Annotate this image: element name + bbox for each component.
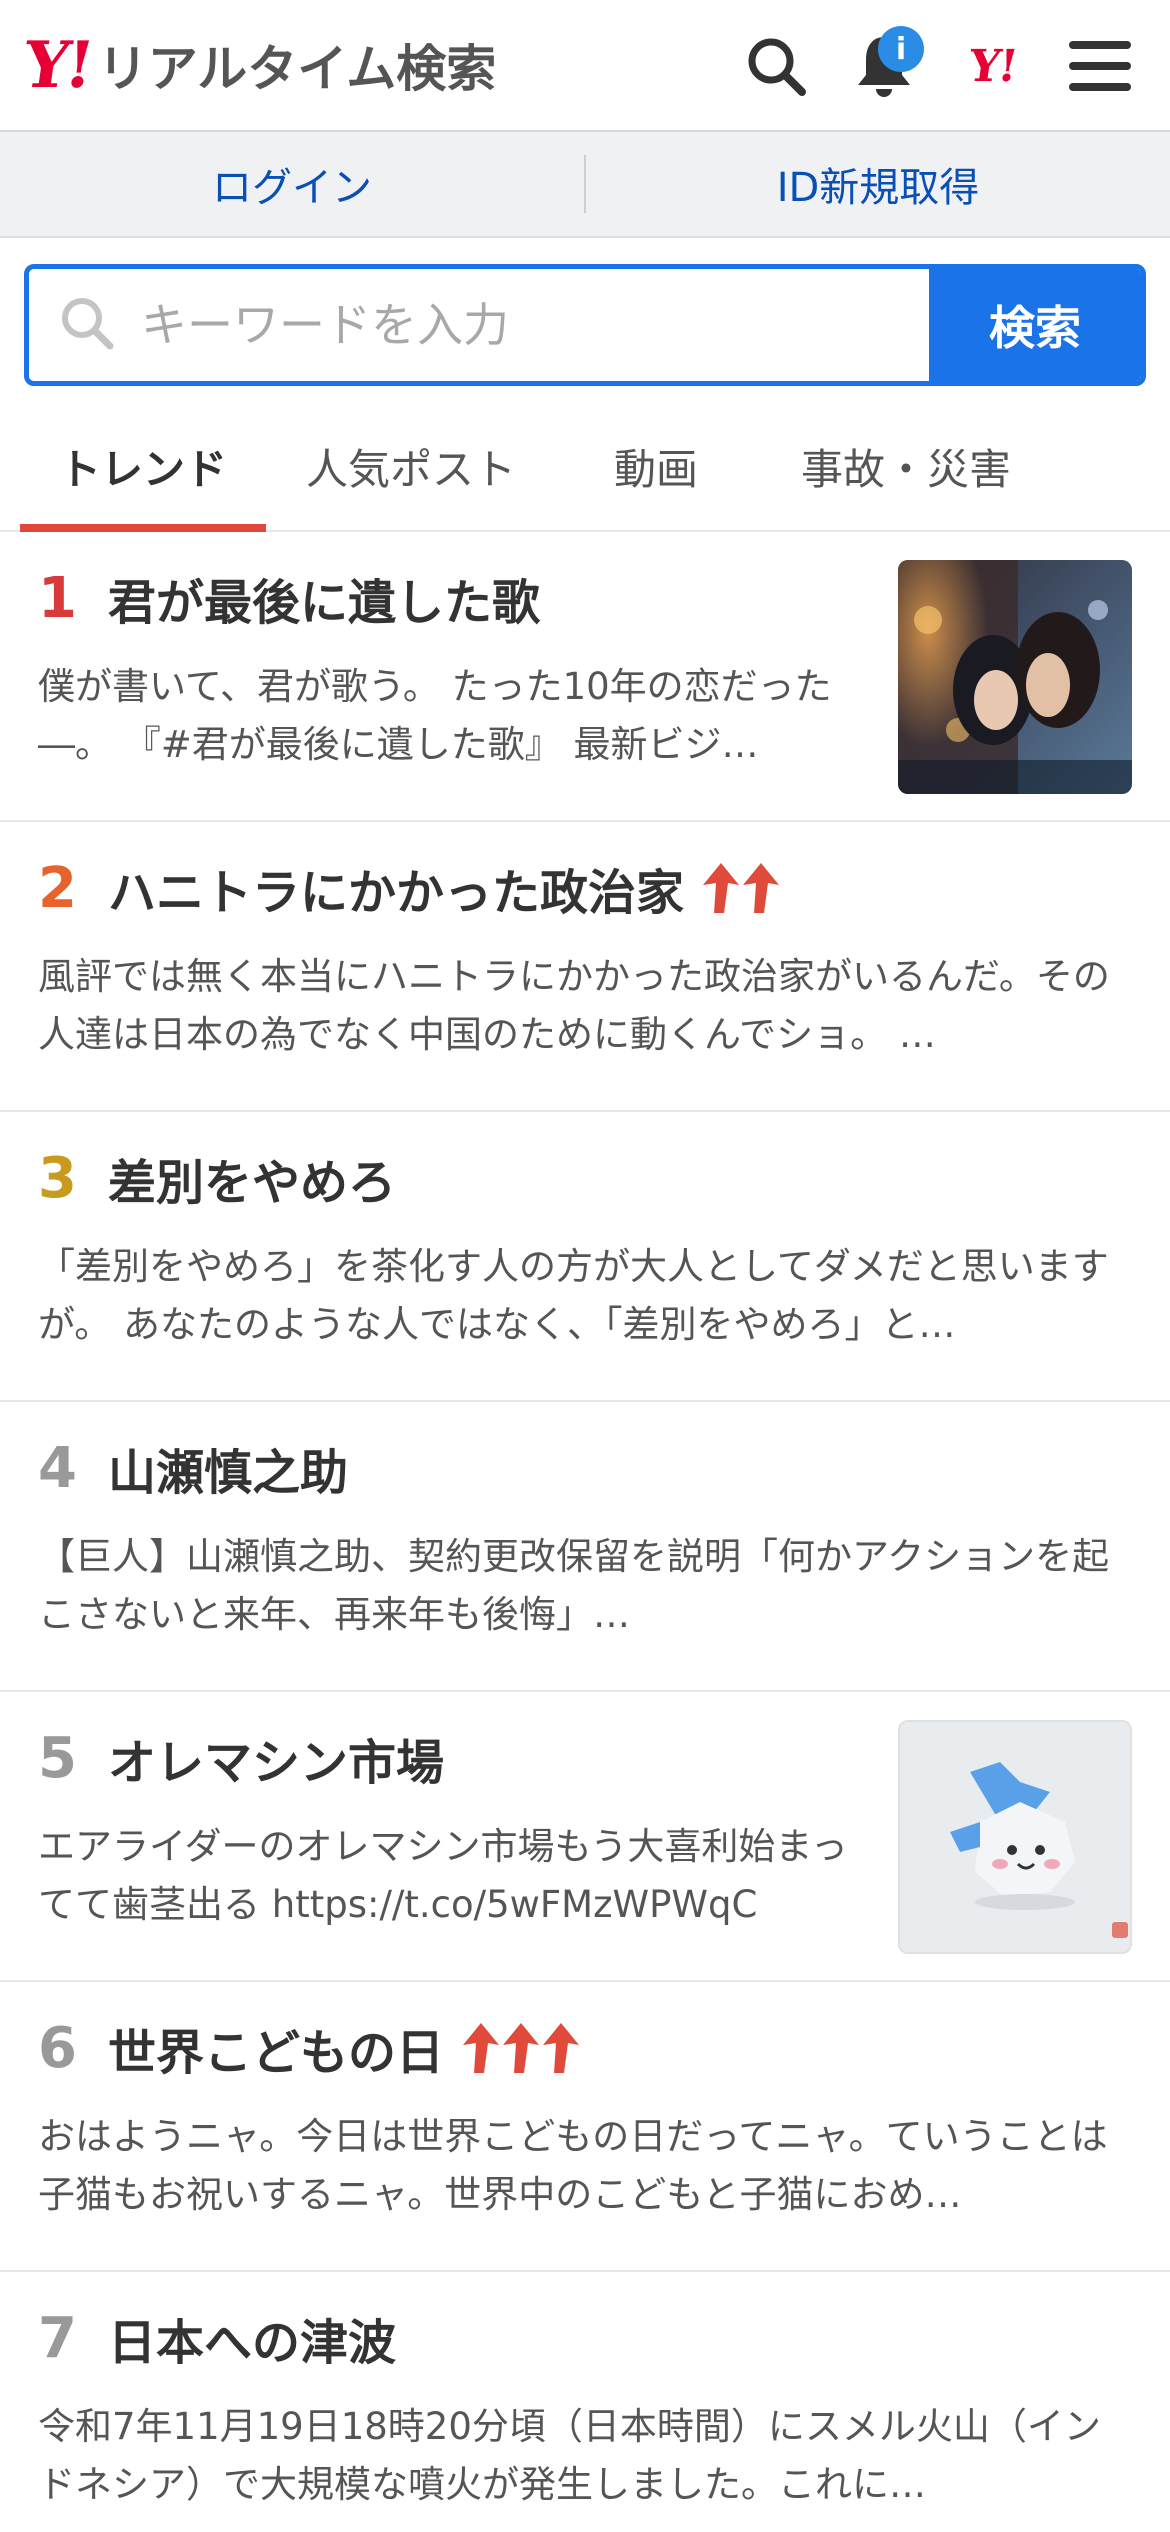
notification-badge: i [878,26,924,72]
rank-number: 2 [38,855,77,921]
tab-popular-posts[interactable]: 人気ポスト [266,402,556,530]
rising-arrows [700,861,780,915]
search-button[interactable]: 検索 [929,269,1141,381]
tab-videos[interactable]: 動画 [556,402,756,530]
trend-title: 世界こどもの日 [108,2025,445,2081]
trend-description: 風評では無く本当にハニトラにかかった政治家がいるんだ。その人達は日本の為でなく中… [38,955,1110,1056]
rank-number: 6 [38,2015,77,2081]
up-arrow-icon [463,2023,500,2073]
trend-description: おはようニャ。今日は世界こどもの日だってニャ。ていうことは子猫もお祝いするニャ。… [38,2115,1108,2216]
signup-link[interactable]: ID新規取得 [586,155,1170,213]
rank-number: 4 [38,1435,77,1501]
up-arrow-icon [743,863,780,913]
service-name: リアルタイム検索 [97,40,497,98]
trend-list: 1 君が最後に遺した歌 僕が書いて、君が歌う。 たった10年の恋だった―。 『#… [0,532,1170,2532]
search-icon[interactable] [736,26,816,106]
yahoo-small-logo: Y! [965,40,1019,92]
trend-item[interactable]: 1 君が最後に遺した歌 僕が書いて、君が歌う。 たった10年の恋だった―。 『#… [0,532,1170,822]
up-arrow-icon [543,2023,580,2073]
rank-number: 5 [38,1725,77,1791]
rank-number: 7 [38,2305,77,2371]
rank-number: 1 [38,565,77,631]
trend-item[interactable]: 4 山瀬慎之助 【巨人】山瀬慎之助、契約更改保留を説明「何かアクションを起こさな… [0,1402,1170,1692]
rising-arrows [460,2021,580,2075]
trend-description: 令和7年11月19日18時20分頃（日本時間）にスメル火山（インドネシア）で大規… [38,2405,1101,2506]
hamburger-menu-icon[interactable] [1060,26,1140,106]
notification-bell-icon[interactable]: i [844,26,924,106]
trend-title: ハニトラにかかった政治家 [108,865,685,921]
trend-title: 差別をやめろ [108,1155,397,1211]
yahoo-logo-mark: Y! [18,27,96,103]
auth-bar: ログイン ID新規取得 [0,132,1170,238]
yahoo-realtime-logo[interactable]: Y! リアルタイム検索 [19,28,497,103]
category-tabs: トレンド 人気ポスト 動画 事故・災害 [0,402,1170,532]
login-link[interactable]: ログイン [0,155,584,213]
trend-description: 僕が書いて、君が歌う。 たった10年の恋だった―。 『#君が最後に遺した歌』 最… [38,665,832,766]
yahoo-home-icon[interactable]: Y! [952,26,1032,106]
up-arrow-icon [703,863,740,913]
movie-poster-thumbnail [898,560,1132,794]
trend-title: 日本への津波 [108,2315,397,2371]
up-arrow-icon [503,2023,540,2073]
trend-item[interactable]: 6 世界こどもの日 おはようニャ。今日は世界こどもの日だってニャ。ていうことは子… [0,1982,1170,2272]
trend-title: 山瀬慎之助 [108,1445,349,1501]
trend-item[interactable]: 3 差別をやめろ 「差別をやめろ」を茶化す人の方が大人としてダメだと思いますが。… [0,1112,1170,1402]
rank-number: 3 [38,1145,77,1211]
trend-title: 君が最後に遺した歌 [108,575,541,631]
trend-title: オレマシン市場 [108,1735,445,1791]
app-header: Y! リアルタイム検索 i Y! [0,0,1170,132]
tab-trend[interactable]: トレンド [20,402,266,532]
trend-item[interactable]: 7 日本への津波 令和7年11月19日18時20分頃（日本時間）にスメル火山（イ… [0,2272,1170,2532]
star-character-thumbnail [898,1720,1132,1954]
tab-accidents-disasters[interactable]: 事故・災害 [756,402,1056,530]
trend-description: 【巨人】山瀬慎之助、契約更改保留を説明「何かアクションを起こさないと来年、再来年… [38,1535,1110,1636]
trend-item[interactable]: 2 ハニトラにかかった政治家 風評では無く本当にハニトラにかかった政治家がいるん… [0,822,1170,1112]
trend-description: 「差別をやめろ」を茶化す人の方が大人としてダメだと思いますが。 あなたのような人… [38,1245,1109,1346]
search-input[interactable] [141,298,841,352]
search-bar: 検索 [24,264,1146,386]
search-icon [59,295,115,355]
trend-description: エアライダーのオレマシン市場もう大喜利始まってて歯茎出る https://t.c… [38,1825,848,1926]
trend-item[interactable]: 5 オレマシン市場 エアライダーのオレマシン市場もう大喜利始まってて歯茎出る h… [0,1692,1170,1982]
